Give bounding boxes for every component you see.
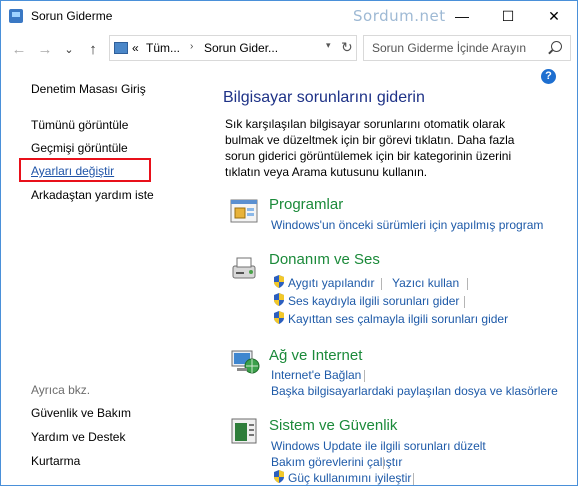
help-icon[interactable]: ? <box>541 69 556 84</box>
programs-icon[interactable] <box>229 196 261 228</box>
task-shared-folders[interactable]: Başka bilgisayarlardaki paylaşılan dosya… <box>271 384 558 398</box>
breadcrumb-troubleshooting[interactable]: Sorun Gider... <box>204 41 278 55</box>
task-use-printer[interactable]: Yazıcı kullan <box>392 276 459 290</box>
see-also-label: Ayrıca bkz. <box>31 383 91 397</box>
category-network-internet[interactable]: Ağ ve Internet <box>269 347 362 364</box>
page-title: Bilgisayar sorunlarını giderin <box>223 89 425 106</box>
separator <box>364 370 365 382</box>
breadcrumb-prefix[interactable]: « <box>132 41 139 55</box>
sidebar-home-link[interactable]: Denetim Masası Giriş <box>31 82 146 96</box>
category-hardware-sound[interactable]: Donanım ve Ses <box>269 251 380 268</box>
troubleshooting-window: Sorun Giderme Sordum.net — ☐ ✕ ← → ⌄ ↑ «… <box>0 0 578 486</box>
uac-shield-icon <box>274 293 284 306</box>
see-also-recovery[interactable]: Kurtarma <box>31 454 80 468</box>
address-bar[interactable]: « Tüm... › Sorun Gider... ▾ ↻ <box>109 35 357 61</box>
title-bar: Sorun Giderme Sordum.net — ☐ ✕ <box>1 1 577 31</box>
chevron-down-icon[interactable]: ▾ <box>326 40 331 51</box>
separator <box>413 473 414 485</box>
task-connect-internet[interactable]: Internet'e Bağlan <box>271 368 361 382</box>
see-also-security-maintenance[interactable]: Güvenlik ve Bakım <box>31 406 131 420</box>
separator <box>467 278 468 290</box>
sidebar-item-view-all[interactable]: Tümünü görüntüle <box>31 118 128 132</box>
network-icon[interactable] <box>229 346 261 378</box>
chevron-right-icon[interactable]: › <box>190 41 193 52</box>
task-playing-audio[interactable]: Kayıttan ses çalmayla ilgili sorunları g… <box>288 312 508 326</box>
uac-shield-icon <box>274 470 284 483</box>
watermark: Sordum.net <box>353 7 446 25</box>
separator <box>464 296 465 308</box>
task-power-usage[interactable]: Güç kullanımını iyileştir <box>288 471 411 485</box>
navigation-bar: ← → ⌄ ↑ « Tüm... › Sorun Gider... ▾ ↻ So… <box>1 31 577 67</box>
sidebar-item-get-help-from-friend[interactable]: Arkadaştan yardım iste <box>31 188 154 202</box>
search-box[interactable]: Sorun Giderme İçinde Arayın <box>363 35 571 61</box>
uac-shield-icon <box>274 275 284 288</box>
category-system-security[interactable]: Sistem ve Güvenlik <box>269 417 397 434</box>
task-recording-audio[interactable]: Ses kaydıyla ilgili sorunları gider <box>288 294 459 308</box>
breadcrumb-all[interactable]: Tüm... <box>146 41 180 55</box>
close-button[interactable]: ✕ <box>531 1 577 31</box>
back-button[interactable]: ← <box>9 39 29 59</box>
forward-button[interactable]: → <box>35 39 55 59</box>
separator <box>383 457 384 469</box>
minimize-button[interactable]: — <box>439 1 485 31</box>
uac-shield-icon <box>274 311 284 324</box>
category-programs[interactable]: Programlar <box>269 196 343 213</box>
page-description: Sık karşılaşılan bilgisayar sorunlarını … <box>225 117 515 179</box>
maximize-button[interactable]: ☐ <box>485 1 531 31</box>
sidebar-item-view-history[interactable]: Geçmişi görüntüle <box>31 141 128 155</box>
separator <box>381 278 382 290</box>
task-compat-programs[interactable]: Windows'un önceki sürümleri için yapılmı… <box>271 218 543 232</box>
system-security-icon[interactable] <box>229 416 261 448</box>
recent-locations-button[interactable]: ⌄ <box>59 39 79 59</box>
control-panel-icon <box>114 42 128 54</box>
hardware-sound-icon[interactable] <box>229 252 261 284</box>
refresh-button[interactable]: ↻ <box>341 39 353 56</box>
search-input[interactable]: Sorun Giderme İçinde Arayın <box>372 41 526 55</box>
control-panel-icon <box>9 9 23 23</box>
search-icon[interactable] <box>551 41 562 52</box>
up-button[interactable]: ↑ <box>83 39 103 59</box>
see-also-help-support[interactable]: Yardım ve Destek <box>31 430 125 444</box>
task-configure-device[interactable]: Aygıtı yapılandır <box>288 276 375 290</box>
window-title: Sorun Giderme <box>31 9 113 23</box>
sidebar-item-change-settings[interactable]: Ayarları değiştir <box>31 164 114 178</box>
task-windows-update[interactable]: Windows Update ile ilgili sorunları düze… <box>271 439 486 453</box>
